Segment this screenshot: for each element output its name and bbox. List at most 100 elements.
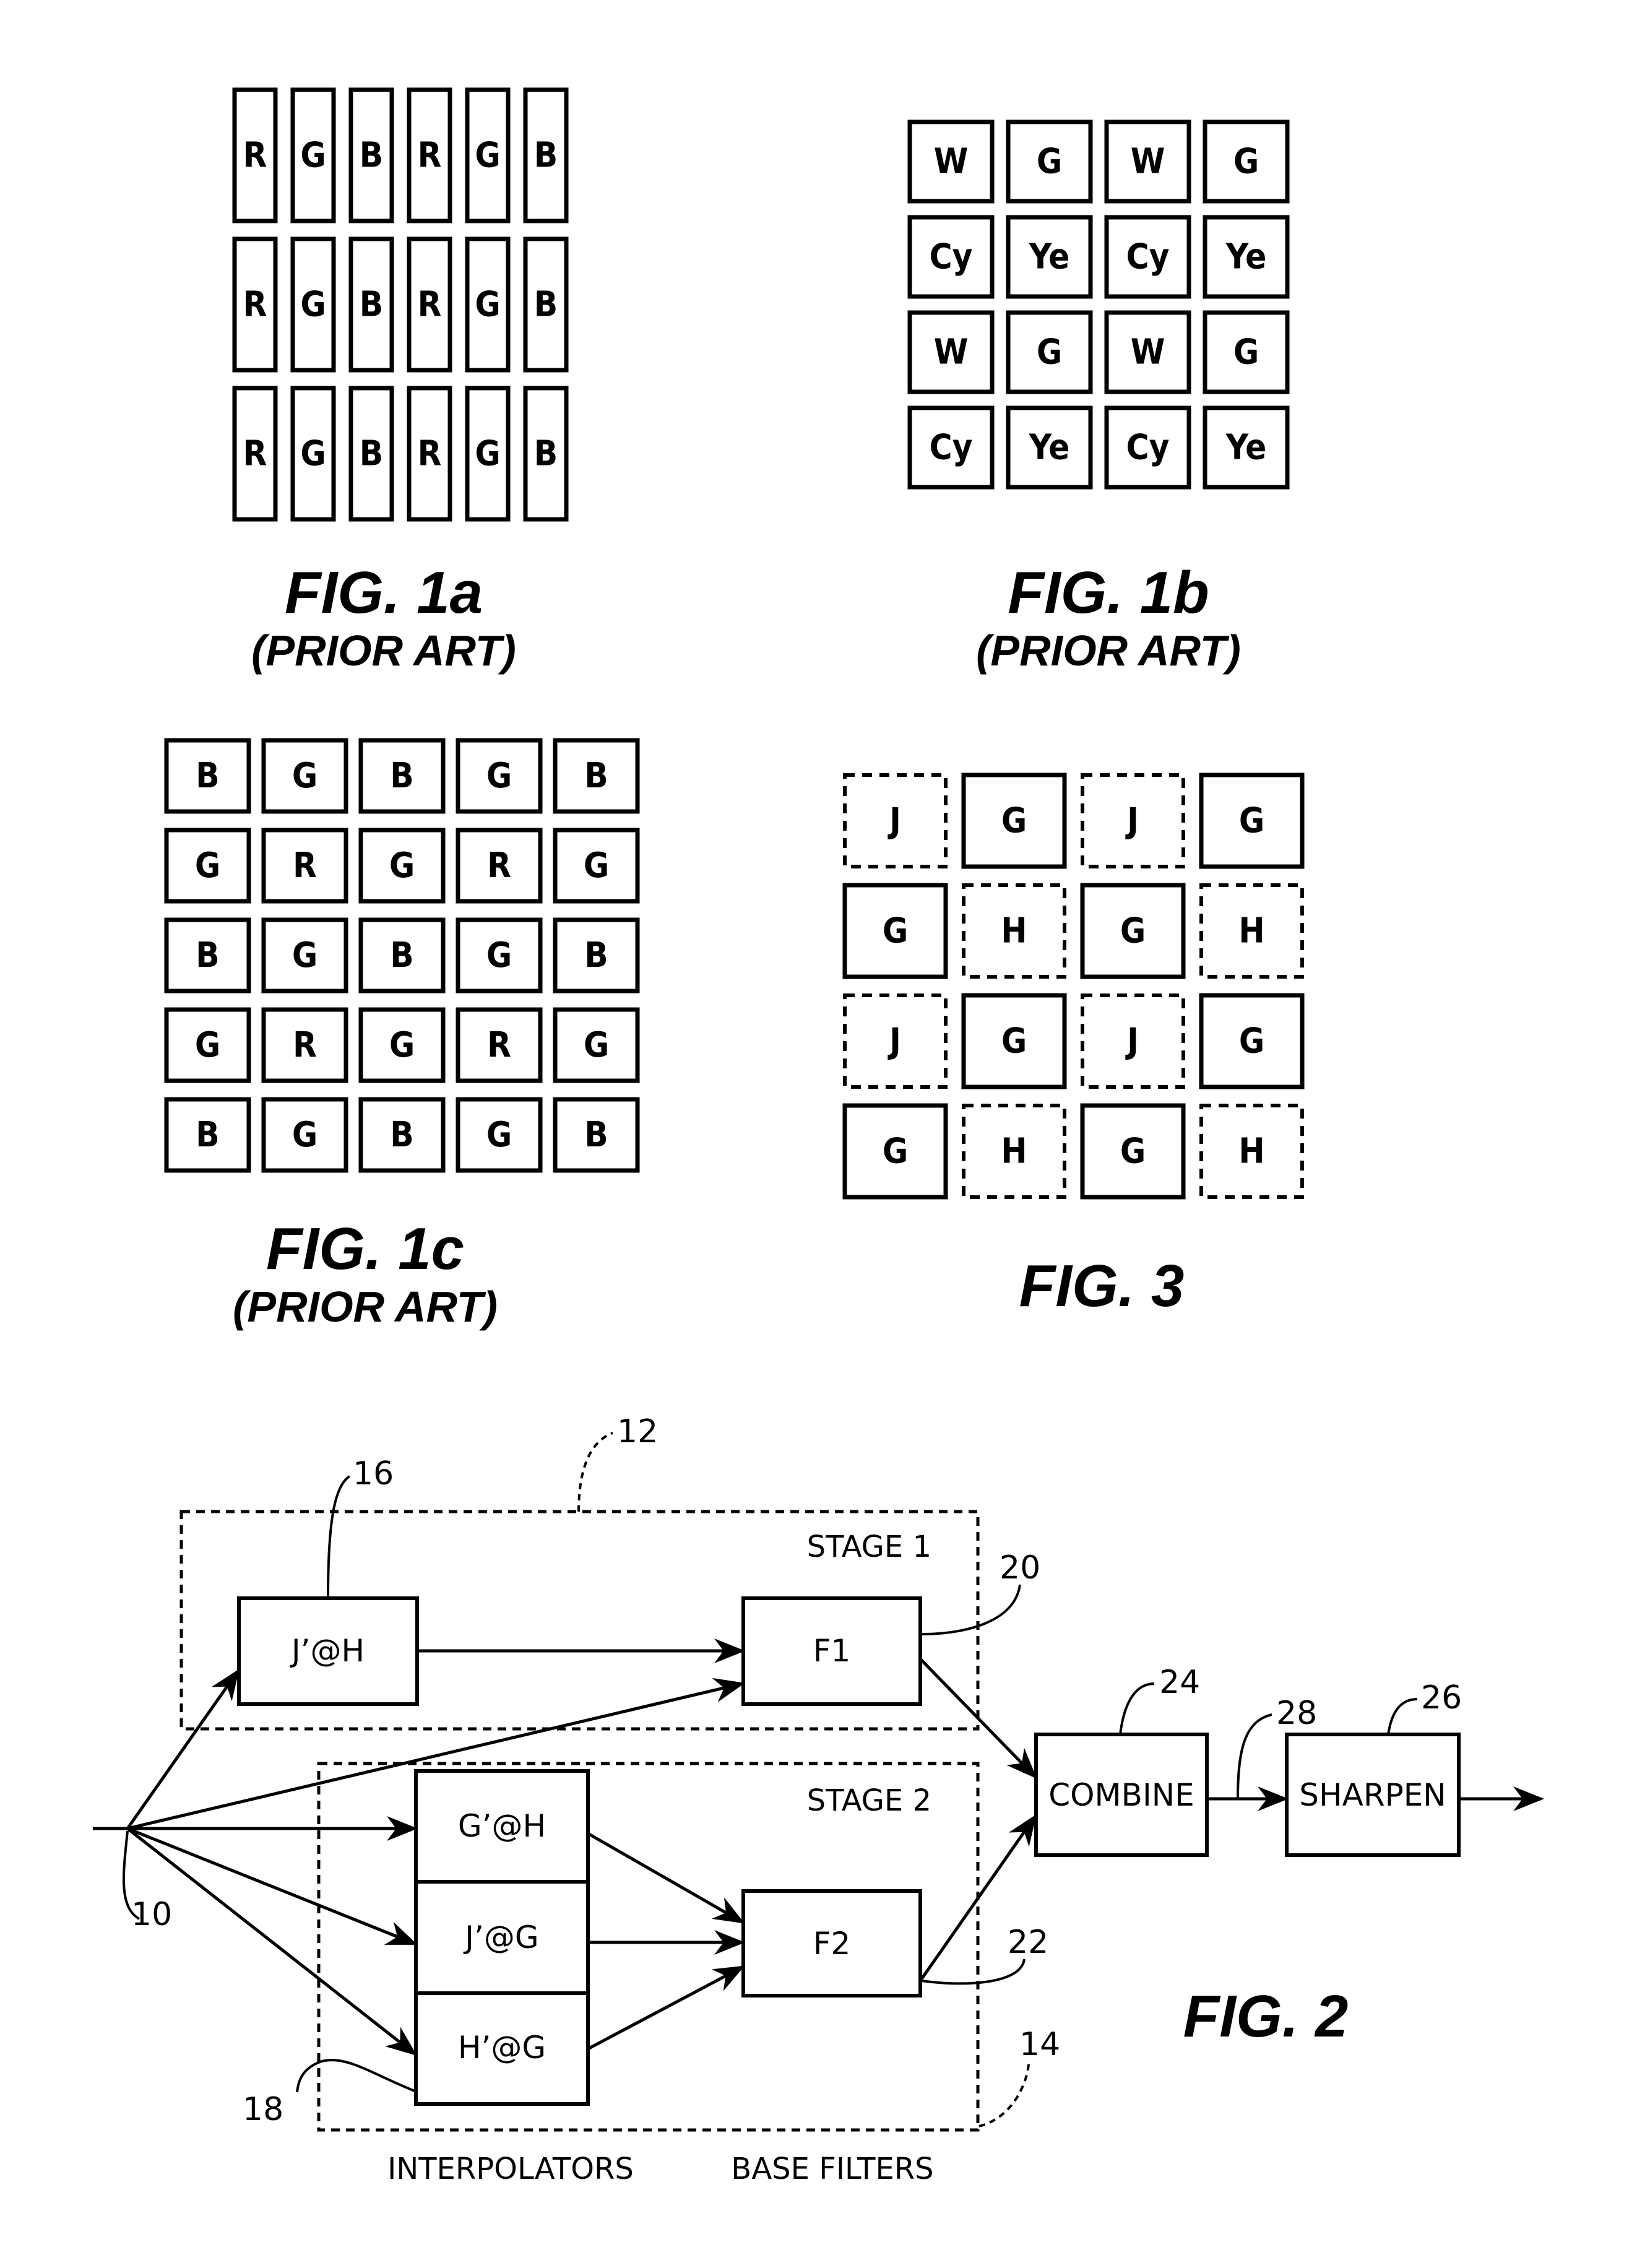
- stage1-label: STAGE 1: [807, 1530, 931, 1564]
- fig1c-cell-label: R: [293, 1025, 317, 1065]
- fig1b-cell-label: G: [1233, 142, 1259, 182]
- fig1b-cell-label: W: [1131, 142, 1165, 182]
- fig3-cell: G: [842, 883, 948, 979]
- fig1b-cell-label: Cy: [1126, 428, 1170, 468]
- arrow-h-at-g-to-f2: [587, 1965, 745, 2051]
- fig1c-bayer-filter-grid: B G B G B G R G R G B G B G B G R G R G B G B G B: [164, 738, 640, 1173]
- fig1a-cell-label: B: [360, 434, 383, 474]
- fig1a-stripe-filter-grid: R G B R G BR G B R G BR G B R G B: [232, 87, 569, 522]
- block-f2-label: F2: [813, 1926, 851, 1962]
- fig1c-cell-label: G: [292, 756, 317, 796]
- fig1a-cell-label: R: [243, 136, 267, 176]
- ref-26: 26: [1421, 1679, 1462, 1716]
- fig3-cell-label: J: [1125, 1021, 1139, 1062]
- fig1c-cell: B: [553, 917, 640, 993]
- fig1c-cell: B: [553, 1097, 640, 1173]
- fig1c-cell: G: [456, 917, 543, 993]
- fig1c-cell-label: G: [584, 846, 609, 886]
- fig1a-cell: B: [523, 87, 569, 223]
- fig3-cell: H: [1199, 1104, 1304, 1199]
- fig1b-cell-label: Cy: [930, 428, 973, 468]
- fig1c-cell-label: G: [486, 756, 512, 796]
- fig1b-label: FIG. 1b: [1008, 560, 1209, 626]
- fig1b-cell: Cy: [1104, 405, 1191, 490]
- fig1c-cell: G: [261, 917, 348, 993]
- fig1b-cell-label: W: [1131, 332, 1165, 373]
- fig1a-label: FIG. 1a: [285, 560, 483, 626]
- fig1a-cell: B: [523, 386, 569, 522]
- fig1b-prior-art-label: (PRIOR ART): [976, 626, 1241, 675]
- fig1c-cell: B: [164, 738, 251, 814]
- fig1b-cell-label: G: [1233, 332, 1259, 373]
- fig3-cell-label: J: [888, 801, 901, 841]
- fig3-filter-grid: J G J G G H G H J G J G G H G H: [842, 773, 1305, 1200]
- fig1b-complementary-filter-grid: W G W G Cy Ye Cy Ye W G W G Cy Ye Cy Ye: [907, 119, 1290, 490]
- fig1a-cell-label: G: [475, 136, 500, 176]
- fig1a-cell-label: G: [475, 434, 500, 474]
- fig1c-cell: R: [456, 828, 543, 904]
- fig1a-cell-label: G: [475, 285, 500, 325]
- fig3-label: FIG. 3: [1019, 1253, 1185, 1319]
- fig1a-cell-label: R: [243, 285, 267, 325]
- patent-drawing-sheet: R G B R G BR G B R G BR G B R G B FIG. 1a (PRIOR ART) W…: [93, 87, 1544, 2186]
- fig1c-cell-label: B: [196, 935, 219, 976]
- fig3-cell: J: [1081, 773, 1185, 868]
- arrow-f1-to-combine: [919, 1658, 1037, 1779]
- fig1b-cell-label: Ye: [1225, 428, 1267, 468]
- fig1b-cell: Ye: [1006, 215, 1093, 299]
- fig3-cell-label: H: [1001, 1132, 1027, 1172]
- fig1b-cell: Cy: [907, 215, 995, 299]
- fig1a-cell: G: [465, 386, 511, 522]
- block-j-at-g: J’@G: [414, 1880, 590, 1995]
- fig1b-cell: G: [1006, 119, 1093, 204]
- fig1b-cell-label: Cy: [1126, 237, 1170, 277]
- fig1a-cell: R: [232, 236, 278, 373]
- ref-12-leader: [577, 1432, 613, 1512]
- fig1c-cell-label: B: [390, 756, 413, 796]
- fig1c-cell-label: B: [390, 935, 413, 976]
- ref-24: 24: [1159, 1664, 1200, 1701]
- fig1b-cell: Ye: [1006, 405, 1093, 490]
- ref-26-leader: [1387, 1698, 1418, 1735]
- fig1a-cell-label: R: [418, 285, 442, 325]
- fig1b-cell: W: [1104, 310, 1191, 394]
- fig3-cell-label: J: [1125, 801, 1139, 841]
- fig3-cell-label: G: [1001, 801, 1027, 841]
- fig1b-cell-label: G: [1037, 142, 1062, 182]
- fig3-cell-label: H: [1001, 911, 1027, 951]
- fig1a-cell-label: R: [243, 434, 267, 474]
- fig1a-cell: B: [523, 236, 569, 373]
- fig1c-cell-label: B: [390, 1115, 413, 1155]
- fig1a-cell-label: B: [534, 285, 558, 325]
- fig1a-cell: R: [232, 386, 278, 522]
- fig1c-label: FIG. 1c: [266, 1216, 464, 1282]
- fig1c-cell-label: G: [292, 1115, 317, 1155]
- block-f2: F2: [741, 1889, 922, 1997]
- fig1c-cell: B: [164, 1097, 251, 1173]
- fig1b-cell-label: W: [934, 332, 969, 373]
- block-j-at-h-label: J’@H: [290, 1633, 365, 1669]
- fig1c-prior-art-label: (PRIOR ART): [233, 1283, 498, 1331]
- fig3-cell-label: G: [1239, 1021, 1264, 1062]
- ref-16: 16: [353, 1455, 394, 1492]
- fig3-cell: H: [1199, 883, 1304, 979]
- block-f1-label: F1: [813, 1633, 851, 1669]
- fig3-cell: J: [843, 773, 948, 868]
- fig1c-cell-label: B: [196, 1115, 219, 1155]
- fig1b-cell: W: [907, 119, 995, 204]
- fig1c-cell-label: B: [584, 935, 608, 976]
- fig1a-cell: G: [465, 87, 511, 223]
- fig1a-cell-label: B: [534, 434, 558, 474]
- fig1a-prior-art-label: (PRIOR ART): [251, 626, 516, 675]
- fig1c-cell-label: G: [584, 1025, 609, 1065]
- fig1c-cell: G: [358, 828, 446, 904]
- fig1c-cell: G: [456, 1097, 543, 1173]
- fig3-cell: G: [1199, 993, 1305, 1089]
- fig3-cell: G: [961, 773, 1067, 869]
- fig1b-cell-label: G: [1037, 332, 1062, 373]
- ref-10: 10: [131, 1896, 172, 1933]
- fig1c-cell: G: [261, 1097, 348, 1173]
- ref-22: 22: [1008, 1924, 1048, 1961]
- fig2-block-diagram: STAGE 1 STAGE 2 J’@H F1 G’@H J’@G H’@G F…: [93, 1413, 1544, 2186]
- fig1c-cell: G: [456, 738, 543, 814]
